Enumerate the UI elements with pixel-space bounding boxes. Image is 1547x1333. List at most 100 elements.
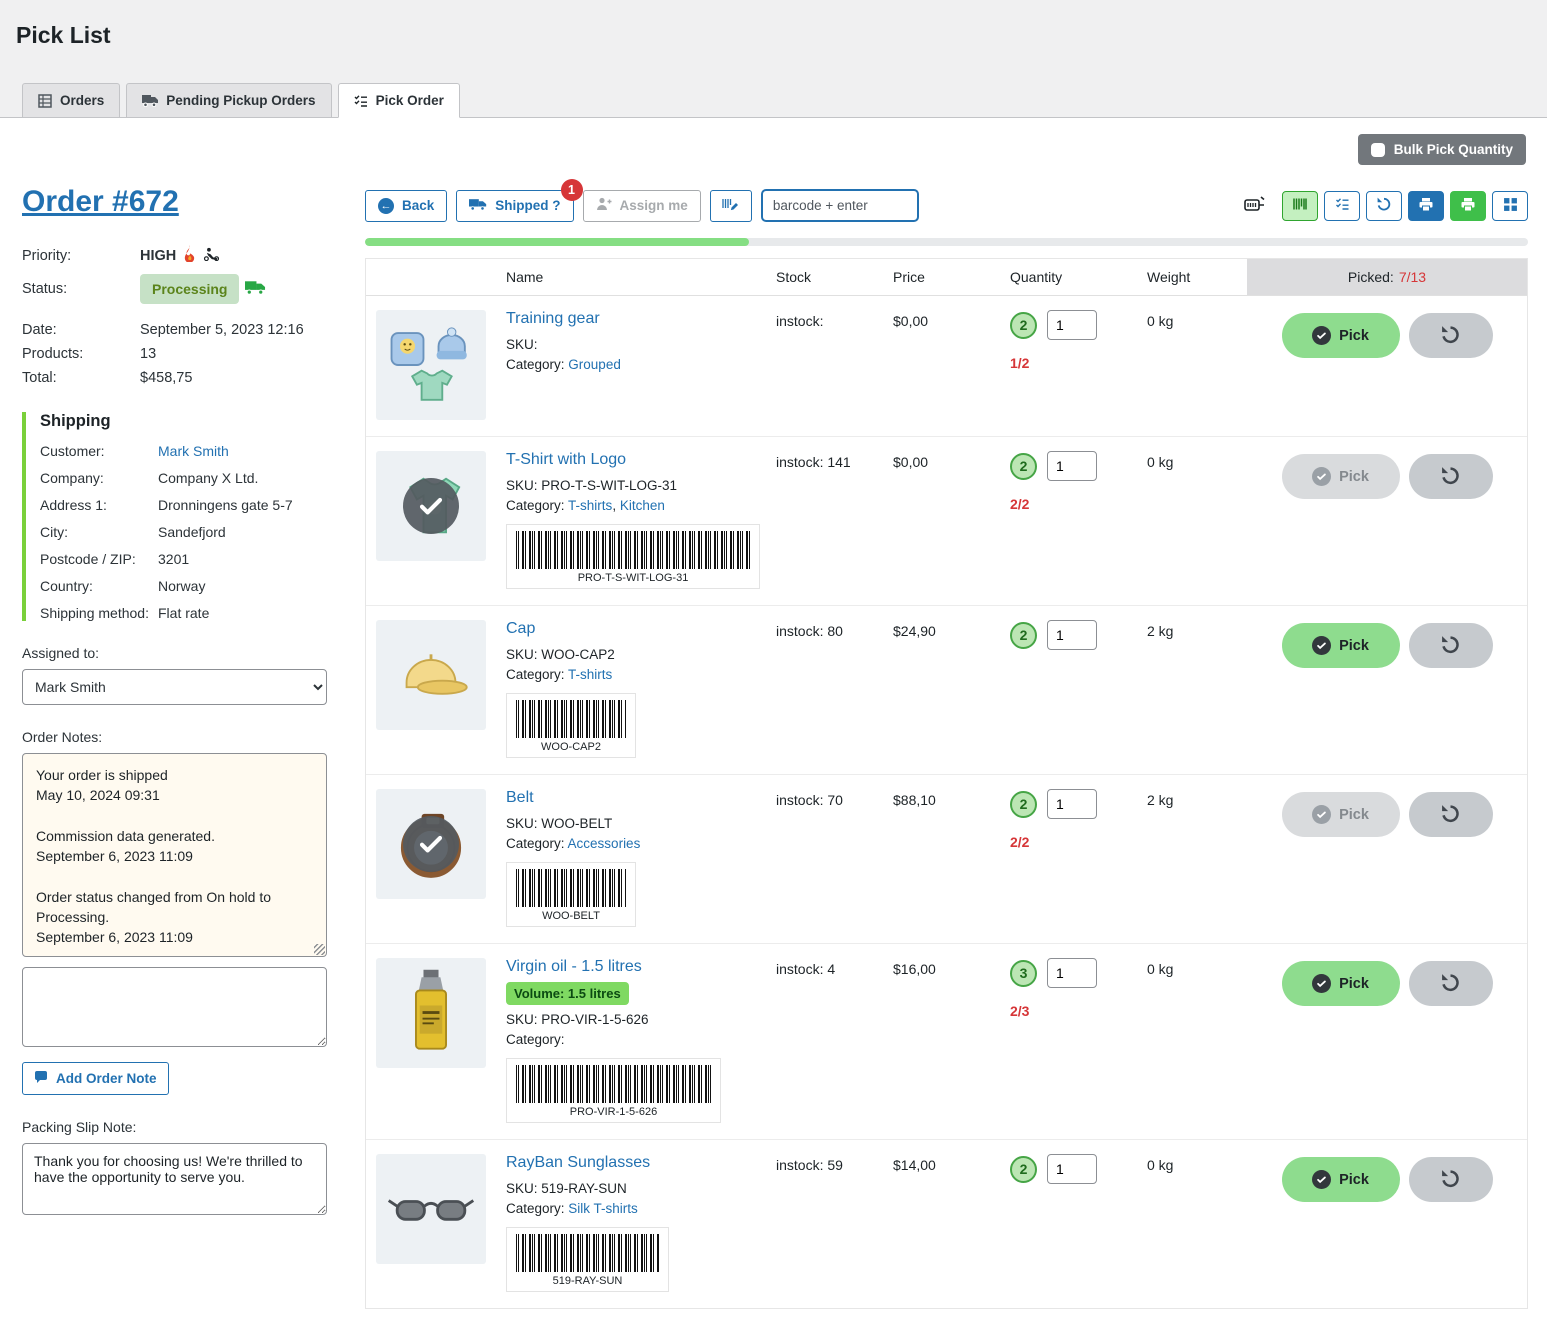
category-link[interactable]: T-shirts (568, 667, 612, 682)
quantity-input[interactable] (1047, 310, 1097, 340)
check-icon (1312, 467, 1331, 486)
barcode-input[interactable] (761, 189, 919, 222)
col-weight-header: Weight (1147, 269, 1247, 285)
col-stock-header: Stock (776, 269, 893, 285)
quantity-input[interactable] (1047, 958, 1097, 988)
checklist-view-button[interactable] (1324, 191, 1360, 221)
printer-icon (1460, 197, 1476, 215)
assign-user-icon (596, 197, 612, 214)
printer-icon (1418, 197, 1434, 215)
barcode-label: PRO-VIR-1-5-626 (516, 1106, 711, 1118)
order-sidebar: Order #672 Priority: HIGH Status: Proces… (22, 165, 327, 1333)
checklist-icon (1335, 197, 1350, 214)
product-category: Category: Accessories (506, 836, 762, 851)
picked-check-overlay (403, 816, 459, 872)
print-picked-button[interactable] (1450, 191, 1486, 221)
undo-pick-button[interactable] (1409, 313, 1493, 358)
order-number-link[interactable]: Order #672 (22, 185, 179, 219)
pick-button[interactable]: Pick (1282, 454, 1400, 499)
pick-order-main: ← Back Shipped ? 1 Assign me (365, 165, 1528, 1333)
country-value: Norway (158, 578, 205, 594)
products-row: Products:13 (22, 346, 327, 362)
pick-button[interactable]: Pick (1282, 1157, 1400, 1202)
category-link[interactable]: T-shirts (568, 498, 612, 513)
checklist-icon (354, 94, 368, 108)
barcode-edit-icon (722, 198, 739, 214)
pick-button[interactable]: Pick (1282, 961, 1400, 1006)
shipped-notification-badge: 1 (561, 179, 583, 201)
quantity-badge: 2 (1010, 1156, 1037, 1183)
pick-button[interactable]: Pick (1282, 313, 1400, 358)
assign-me-button[interactable]: Assign me (583, 190, 701, 222)
barcode-stripes (516, 1065, 711, 1103)
price-value: $24,90 (893, 620, 1010, 758)
table-icon (38, 94, 52, 108)
product-barcode: PRO-VIR-1-5-626 (506, 1058, 721, 1123)
scanner-button[interactable] (1234, 191, 1276, 221)
customer-link[interactable]: Mark Smith (158, 443, 229, 459)
tab-orders[interactable]: Orders (22, 83, 120, 118)
undo-pick-button[interactable] (1409, 623, 1493, 668)
priority-row: Priority: HIGH (22, 245, 327, 266)
shipped-button[interactable]: Shipped ? (456, 190, 573, 222)
quantity-input[interactable] (1047, 1154, 1097, 1184)
product-category: Category: T-shirts (506, 667, 762, 682)
undo-pick-button[interactable] (1409, 961, 1493, 1006)
product-name-link[interactable]: Training gear (506, 310, 600, 328)
quantity-input[interactable] (1047, 620, 1097, 650)
picked-count-value: 7/13 (1399, 269, 1426, 285)
content-panel: Bulk Pick Quantity Order #672 Priority: … (0, 117, 1547, 1333)
product-image (376, 310, 486, 420)
category-link[interactable]: Silk T-shirts (568, 1201, 638, 1216)
pick-button[interactable]: Pick (1282, 792, 1400, 837)
table-view-button[interactable] (1492, 191, 1528, 221)
quantity-input[interactable] (1047, 789, 1097, 819)
back-button[interactable]: ← Back (365, 190, 447, 222)
shipping-truck-icon (245, 280, 266, 299)
product-sku: SKU: WOO-CAP2 (506, 647, 762, 662)
undo-pick-button[interactable] (1409, 792, 1493, 837)
product-name-link[interactable]: Belt (506, 789, 534, 807)
quantity-badge: 2 (1010, 791, 1037, 818)
check-icon (1312, 974, 1331, 993)
picked-fraction (1010, 1199, 1147, 1215)
category-link[interactable]: Accessories (568, 836, 641, 851)
pick-button[interactable]: Pick (1282, 623, 1400, 668)
barcode-mode-button[interactable] (1282, 191, 1318, 221)
packing-slip-note-input[interactable]: Thank you for choosing us! We're thrille… (22, 1143, 327, 1215)
product-barcode: PRO-T-S-WIT-LOG-31 (506, 524, 760, 589)
address-value: Dronningens gate 5-7 (158, 497, 293, 513)
picked-fraction: 1/2 (1010, 355, 1147, 371)
product-name-link[interactable]: Cap (506, 620, 535, 638)
undo-icon (1376, 196, 1392, 215)
print-button[interactable] (1408, 191, 1444, 221)
table-row: Training gear SKU: Category: Grouped ins… (366, 296, 1527, 437)
quantity-input[interactable] (1047, 451, 1097, 481)
product-name-link[interactable]: RayBan Sunglasses (506, 1154, 650, 1172)
product-name-link[interactable]: Virgin oil - 1.5 litres (506, 958, 642, 976)
assigned-to-select[interactable]: Mark Smith (22, 669, 327, 705)
bulk-pick-quantity-button[interactable]: Bulk Pick Quantity (1358, 134, 1526, 165)
product-name-link[interactable]: T-Shirt with Logo (506, 451, 626, 469)
barcode-edit-button[interactable] (710, 190, 752, 222)
undo-all-button[interactable] (1366, 191, 1402, 221)
col-price-header: Price (893, 269, 1010, 285)
undo-pick-button[interactable] (1409, 1157, 1493, 1202)
barcode-label: WOO-BELT (516, 910, 626, 922)
undo-pick-button[interactable] (1409, 454, 1493, 499)
product-category: Category: Grouped (506, 357, 762, 372)
category-link[interactable]: Kitchen (620, 498, 665, 513)
price-value: $88,10 (893, 789, 1010, 927)
new-order-note-input[interactable] (22, 967, 327, 1047)
stock-value: instock: 141 (776, 451, 893, 589)
tab-pending-pickup-orders[interactable]: Pending Pickup Orders (126, 83, 331, 118)
category-link[interactable]: Grouped (568, 357, 621, 372)
product-sku: SKU: PRO-T-S-WIT-LOG-31 (506, 478, 762, 493)
stock-value: instock: 80 (776, 620, 893, 758)
tab-pick-order[interactable]: Pick Order (338, 83, 460, 118)
add-order-note-button[interactable]: Add Order Note (22, 1062, 169, 1095)
product-barcode: 519-RAY-SUN (506, 1227, 669, 1292)
undo-icon (1440, 324, 1461, 348)
stock-value: instock: (776, 310, 893, 420)
undo-icon (1440, 803, 1461, 827)
